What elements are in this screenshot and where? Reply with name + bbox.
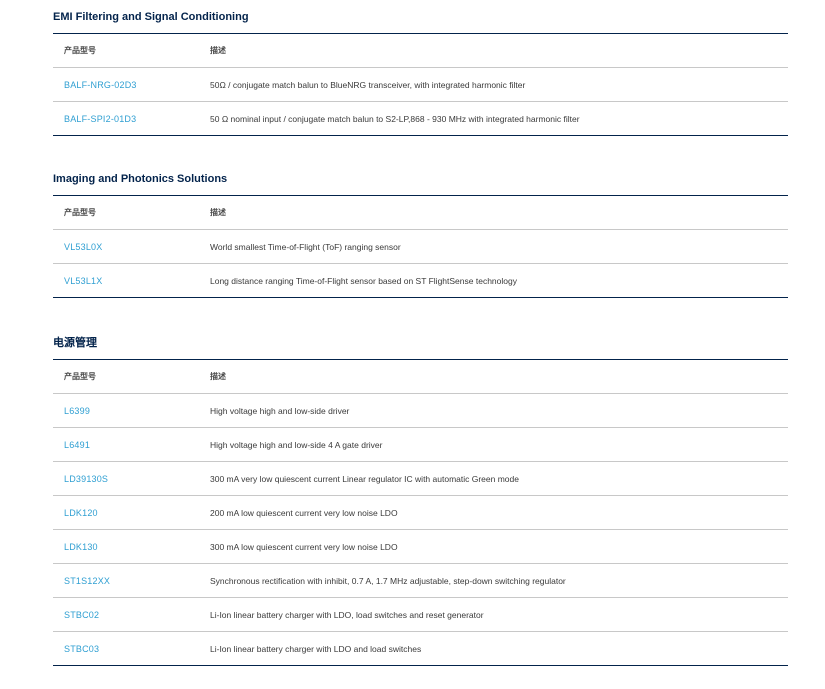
part-number-link[interactable]: L6399: [64, 394, 199, 427]
part-description: High voltage high and low-side 4 A gate …: [210, 439, 383, 450]
part-description: Synchronous rectification with inhibit, …: [210, 575, 566, 586]
table-row: VL53L1X Long distance ranging Time-of-Fl…: [53, 263, 788, 297]
table-header-row: 产品型号 描述: [53, 196, 788, 229]
table-header-row: 产品型号 描述: [53, 360, 788, 393]
table-row: VL53L0X World smallest Time-of-Flight (T…: [53, 229, 788, 263]
part-description: Long distance ranging Time-of-Flight sen…: [210, 275, 517, 286]
table-row: STBC03 Li-Ion linear battery charger wit…: [53, 631, 788, 665]
part-description: 300 mA very low quiescent current Linear…: [210, 473, 519, 484]
part-number-link[interactable]: BALF-NRG-02D3: [64, 68, 199, 101]
part-number-link[interactable]: STBC03: [64, 632, 199, 665]
part-description: 300 mA low quiescent current very low no…: [210, 541, 398, 552]
table-row: L6399 High voltage high and low-side dri…: [53, 393, 788, 427]
table-row: STBC02 Li-Ion linear battery charger wit…: [53, 597, 788, 631]
part-description: Li-Ion linear battery charger with LDO, …: [210, 609, 484, 620]
column-header-description: 描述: [210, 46, 226, 55]
part-description: 200 mA low quiescent current very low no…: [210, 507, 398, 518]
product-table: 产品型号 描述 VL53L0X World smallest Time-of-F…: [53, 195, 788, 298]
part-number-link[interactable]: ST1S12XX: [64, 564, 199, 597]
table-row: LDK130 300 mA low quiescent current very…: [53, 529, 788, 563]
part-description: World smallest Time-of-Flight (ToF) rang…: [210, 241, 401, 252]
part-number-link[interactable]: BALF-SPI2-01D3: [64, 102, 199, 135]
column-header-part: 产品型号: [64, 372, 96, 381]
part-description: Li-Ion linear battery charger with LDO a…: [210, 643, 422, 654]
product-table: 产品型号 描述 BALF-NRG-02D3 50Ω / conjugate ma…: [53, 33, 788, 136]
part-number-link[interactable]: VL53L1X: [64, 264, 199, 297]
part-description: 50Ω / conjugate match balun to BlueNRG t…: [210, 79, 526, 90]
product-table: 产品型号 描述 L6399 High voltage high and low-…: [53, 359, 788, 666]
part-description: High voltage high and low-side driver: [210, 405, 350, 416]
table-row: L6491 High voltage high and low-side 4 A…: [53, 427, 788, 461]
table-row: ST1S12XX Synchronous rectification with …: [53, 563, 788, 597]
section-title: EMI Filtering and Signal Conditioning: [53, 11, 249, 23]
column-header-description: 描述: [210, 208, 226, 217]
column-header-description: 描述: [210, 372, 226, 381]
part-number-link[interactable]: LDK120: [64, 496, 199, 529]
section-title: Imaging and Photonics Solutions: [53, 173, 228, 185]
part-number-link[interactable]: L6491: [64, 428, 199, 461]
column-header-part: 产品型号: [64, 46, 96, 55]
section-title: 电源管理: [53, 337, 97, 349]
table-row: LDK120 200 mA low quiescent current very…: [53, 495, 788, 529]
part-number-link[interactable]: LD39130S: [64, 462, 199, 495]
table-header-row: 产品型号 描述: [53, 34, 788, 67]
column-header-part: 产品型号: [64, 208, 96, 217]
product-tables-page: EMI Filtering and Signal Conditioning 产品…: [0, 0, 825, 689]
table-row: BALF-SPI2-01D3 50 Ω nominal input / conj…: [53, 101, 788, 135]
part-number-link[interactable]: STBC02: [64, 598, 199, 631]
part-description: 50 Ω nominal input / conjugate match bal…: [210, 113, 580, 124]
part-number-link[interactable]: VL53L0X: [64, 230, 199, 263]
part-number-link[interactable]: LDK130: [64, 530, 199, 563]
table-row: BALF-NRG-02D3 50Ω / conjugate match balu…: [53, 67, 788, 101]
table-row: LD39130S 300 mA very low quiescent curre…: [53, 461, 788, 495]
